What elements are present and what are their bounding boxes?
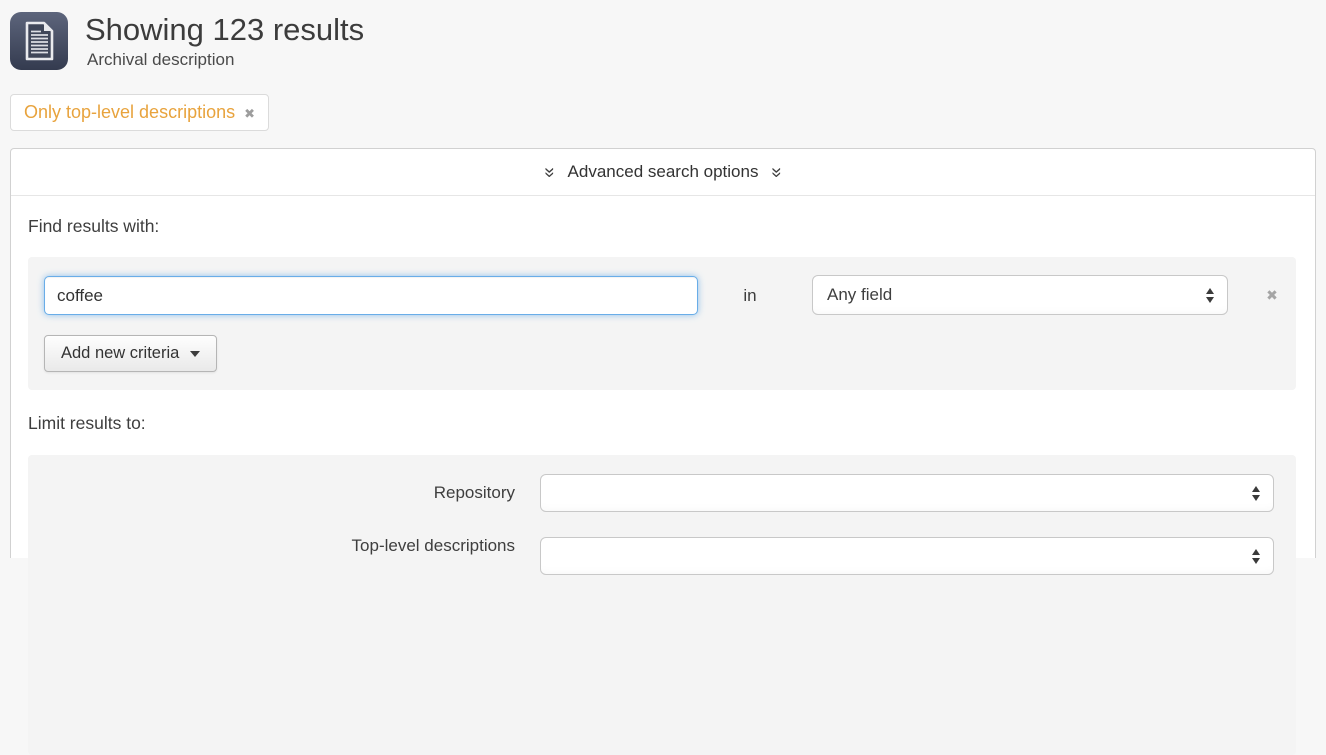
top-level-descriptions-select[interactable] [540,537,1274,575]
filter-tag-top-level: Only top-level descriptions ✖ [10,94,269,131]
limit-row-top-level-descriptions: Top-level descriptions [28,537,1296,575]
limit-results-label: Limit results to: [28,411,146,435]
search-query-input[interactable] [44,276,698,315]
filter-tag-close-icon[interactable]: ✖ [244,106,255,120]
select-spinner-icon [1206,288,1214,303]
add-new-criteria-button[interactable]: Add new criteria [44,335,217,372]
page-heading: Showing 123 results Archival description [85,11,364,70]
advanced-search-panel: » Advanced search options » Find results… [10,148,1316,558]
limit-row-repository: Repository [28,474,1296,512]
repository-select[interactable] [540,474,1274,512]
select-spinner-icon [1252,486,1260,501]
search-field-select[interactable]: Any field [812,275,1228,315]
add-new-criteria-label: Add new criteria [61,344,179,363]
select-spinner-icon [1252,549,1260,564]
criteria-remove-icon[interactable]: ✖ [1258,276,1286,315]
double-chevron-down-icon: » [767,167,786,178]
advanced-search-toggle-label: Advanced search options [568,162,759,182]
repository-label: Repository [28,474,515,512]
double-chevron-down-icon: » [540,167,559,178]
page-title: Showing 123 results [85,11,364,49]
top-level-descriptions-label: Top-level descriptions [28,534,515,558]
filter-tag-label: Only top-level descriptions [24,102,235,123]
criteria-connector-label: in [728,276,772,315]
caret-down-icon [190,351,200,357]
limit-results-box: Repository Top-level descriptions [28,455,1296,755]
advanced-search-toggle[interactable]: » Advanced search options » [11,149,1315,196]
find-results-label: Find results with: [28,214,159,238]
search-field-select-value: Any field [813,285,1206,305]
archival-description-icon [10,12,68,70]
search-criteria-box: in Any field ✖ Add new criteria [28,257,1296,390]
page-subtitle: Archival description [87,50,364,70]
